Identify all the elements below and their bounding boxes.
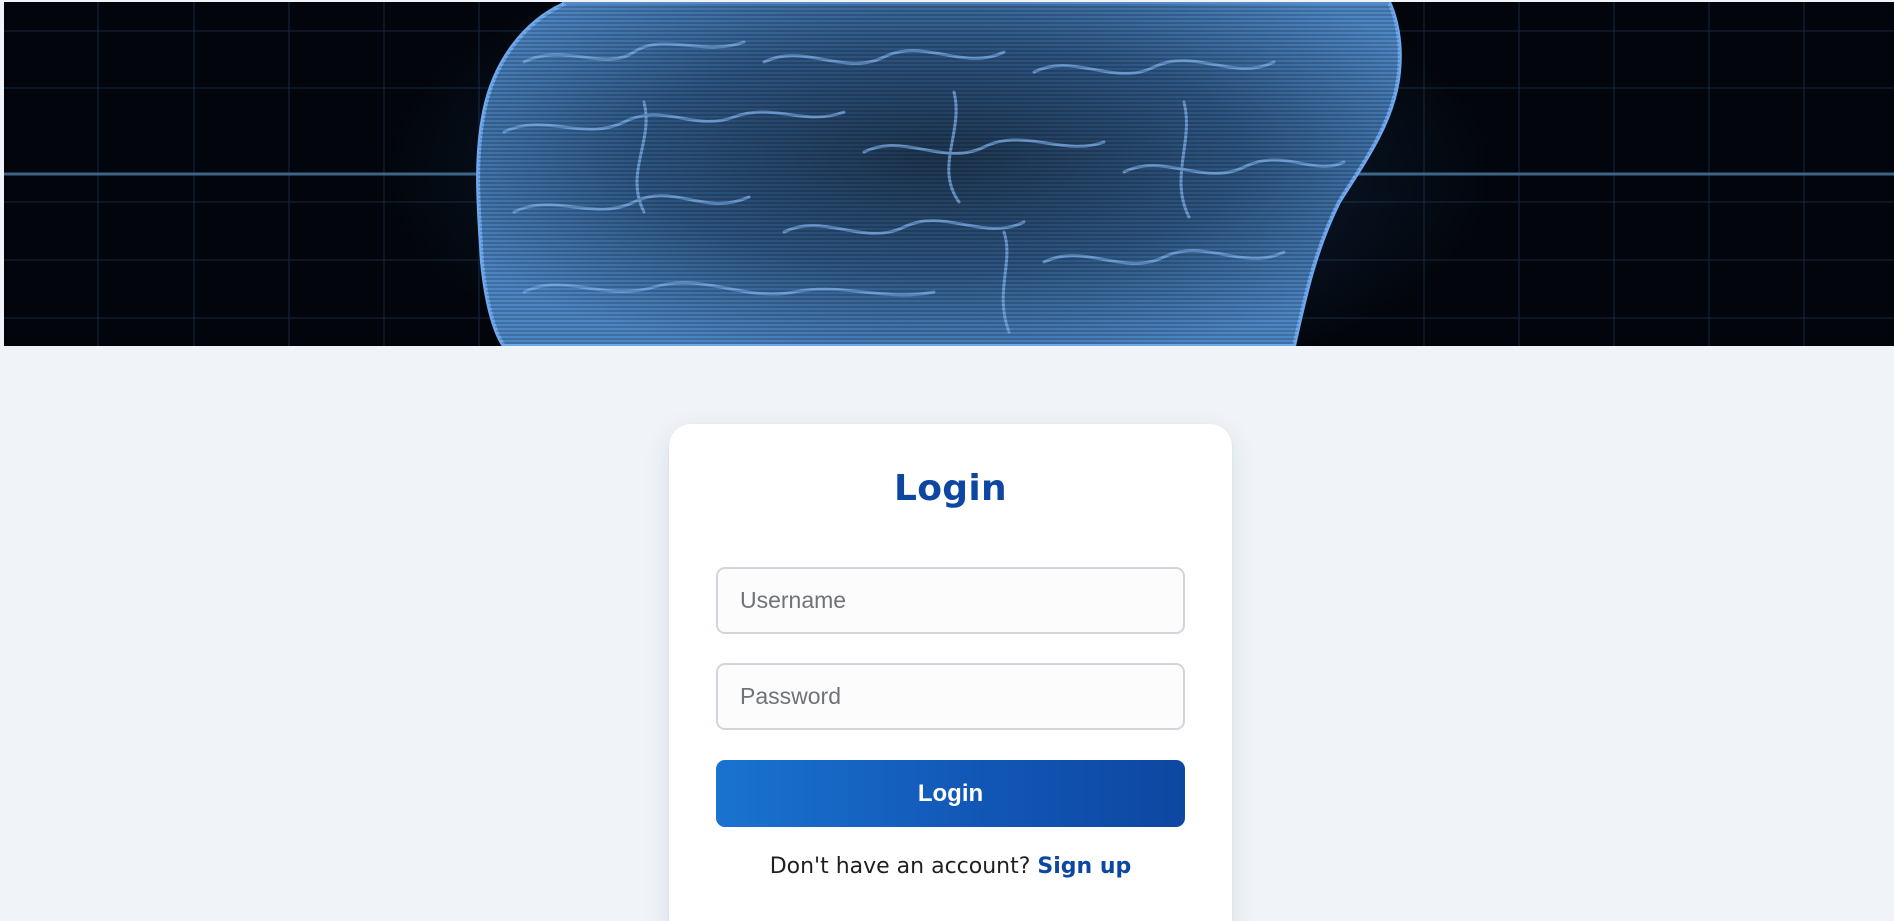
- login-button[interactable]: Login: [716, 760, 1185, 827]
- login-card: Login Login Don't have an account? Sign …: [669, 424, 1232, 921]
- username-input[interactable]: [716, 567, 1185, 634]
- login-title: Login: [894, 468, 1007, 509]
- signup-row: Don't have an account? Sign up: [669, 854, 1232, 879]
- signup-prompt: Don't have an account?: [769, 854, 1038, 879]
- brain-hologram-image: [4, 2, 1894, 346]
- brain-shape: [476, 2, 1402, 346]
- signup-link[interactable]: Sign up: [1037, 854, 1131, 879]
- hero-banner: [4, 2, 1894, 346]
- page: Login Login Don't have an account? Sign …: [4, 2, 1894, 921]
- password-input[interactable]: [716, 663, 1185, 730]
